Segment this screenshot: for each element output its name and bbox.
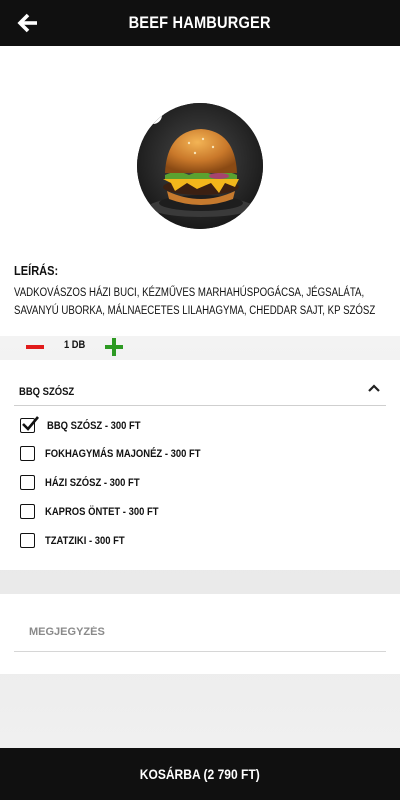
product-card: LEÍRÁS: Vadkovászos házi buci, kézműves … [0, 46, 400, 356]
sauce-option-label: HÁZI SZÓSZ - 300 FT [45, 477, 140, 489]
back-button[interactable] [14, 9, 42, 37]
sauce-title: BBQ SZÓSZ [19, 386, 75, 398]
add-to-cart-label: KOSÁRBA (2 790 FT) [140, 766, 260, 782]
sauce-option-label: KAPROS ÖNTET - 300 FT [45, 506, 159, 518]
chevron-up-icon [368, 384, 380, 392]
sauce-option[interactable]: FOKHAGYMÁS MAJONÉZ - 300 FT [20, 443, 320, 465]
check-icon [22, 416, 39, 431]
sauce-option[interactable]: HÁZI SZÓSZ - 300 FT [20, 472, 320, 494]
arrow-left-icon [17, 13, 37, 33]
sauce-accordion-header[interactable]: BBQ SZÓSZ [14, 370, 386, 406]
decrease-quantity-button[interactable] [24, 335, 46, 359]
checkbox[interactable] [20, 533, 35, 548]
sauce-card: BBQ SZÓSZ BBQ SZÓSZ - 300 FT FOKHAGYMÁS … [0, 360, 400, 570]
description-text: Vadkovászos házi buci, kézműves marhahús… [14, 287, 376, 317]
checkbox[interactable] [20, 504, 35, 519]
header-bar: BEEF HAMBURGER [0, 0, 400, 46]
sauce-option-label: BBQ SZÓSZ - 300 FT [47, 420, 141, 432]
sauce-option-label: FOKHAGYMÁS MAJONÉZ - 300 FT [45, 448, 201, 460]
add-to-cart-button[interactable]: KOSÁRBA (2 790 FT) [0, 748, 400, 800]
sauce-option[interactable]: KAPROS ÖNTET - 300 FT [20, 501, 320, 523]
sauce-option-label: TZATZIKI - 300 FT [45, 535, 125, 547]
quantity-value: 1 DB [64, 339, 86, 351]
checkbox[interactable] [20, 475, 35, 490]
description-label: LEÍRÁS: [14, 263, 59, 278]
page-title: BEEF HAMBURGER [128, 13, 272, 32]
checkbox-checked[interactable] [20, 416, 39, 433]
increase-quantity-button[interactable] [103, 335, 125, 359]
quantity-stepper: 1 DB [0, 335, 400, 359]
checkbox[interactable] [20, 446, 35, 461]
note-input[interactable] [14, 612, 386, 652]
note-card [0, 594, 400, 674]
sauce-option[interactable]: BBQ SZÓSZ - 300 FT [20, 415, 320, 437]
burger-photo [137, 103, 263, 229]
sauce-option[interactable]: TZATZIKI - 300 FT [20, 530, 320, 552]
